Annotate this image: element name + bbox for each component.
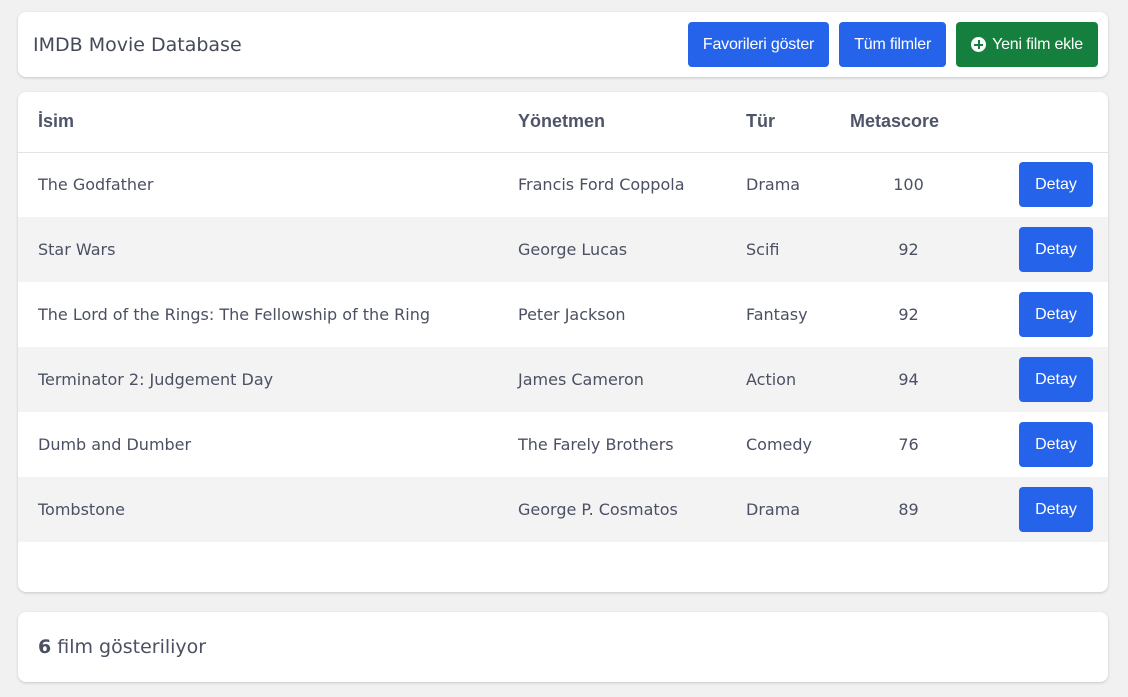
- add-movie-label: Yeni film ekle: [992, 35, 1083, 53]
- plus-circle-icon: [971, 37, 987, 52]
- movie-metascore: 89: [898, 500, 919, 519]
- movie-genre: Comedy: [746, 435, 813, 454]
- movie-director: George P. Cosmatos: [518, 500, 678, 519]
- detail-button[interactable]: Detay: [1019, 292, 1093, 337]
- movie-count: 6: [38, 636, 52, 658]
- table-row: Tombstone George P. Cosmatos Drama 89 De…: [18, 477, 1108, 542]
- column-header-name: İsim: [38, 111, 75, 132]
- movie-metascore: 76: [898, 435, 919, 454]
- movies-table-card: İsim Yönetmen Tür Metascore The Godfathe…: [18, 92, 1108, 592]
- table-row: Dumb and Dumber The Farely Brothers Come…: [18, 412, 1108, 477]
- movie-genre: Scifi: [746, 240, 780, 259]
- status-footer: 6 film gösteriliyor: [18, 612, 1108, 682]
- movie-director: Peter Jackson: [518, 305, 626, 324]
- movie-metascore: 100: [893, 175, 924, 195]
- movie-genre: Action: [746, 370, 797, 389]
- detail-button[interactable]: Detay: [1019, 487, 1093, 532]
- detail-button[interactable]: Detay: [1019, 227, 1093, 272]
- movie-director: Francis Ford Coppola: [518, 175, 685, 195]
- movie-name: The Godfather: [38, 175, 154, 195]
- column-header-metascore: Metascore: [850, 111, 940, 132]
- show-favorites-button[interactable]: Favorileri göster: [687, 22, 830, 67]
- movie-name: Star Wars: [38, 240, 116, 259]
- top-bar: IMDB Movie Database Favorileri göster Tü…: [18, 12, 1108, 77]
- movie-name: The Lord of the Rings: The Fellowship of…: [38, 305, 430, 324]
- all-movies-button[interactable]: Tüm filmler: [839, 22, 947, 67]
- detail-button[interactable]: Detay: [1019, 357, 1093, 402]
- table-row: The Lord of the Rings: The Fellowship of…: [18, 282, 1108, 347]
- movie-director: George Lucas: [518, 240, 628, 259]
- movie-director: James Cameron: [518, 370, 644, 389]
- movie-genre: Fantasy: [746, 305, 808, 324]
- movie-count-label: film gösteriliyor: [57, 636, 207, 658]
- app-title: IMDB Movie Database: [33, 33, 242, 56]
- movie-name: Dumb and Dumber: [38, 435, 192, 454]
- movie-name: Terminator 2: Judgement Day: [38, 370, 274, 389]
- column-header-genre: Tür: [746, 111, 775, 132]
- movie-genre: Drama: [746, 500, 801, 519]
- table-row: Star Wars George Lucas Scifi 92 Detay: [18, 217, 1108, 282]
- column-header-director: Yönetmen: [518, 111, 606, 132]
- movies-table: İsim Yönetmen Tür Metascore The Godfathe…: [18, 92, 1108, 542]
- table-header-row: İsim Yönetmen Tür Metascore: [18, 92, 1108, 152]
- header-actions: Favorileri göster Tüm filmler Yeni film …: [687, 22, 1098, 67]
- detail-button[interactable]: Detay: [1019, 422, 1093, 467]
- movie-metascore: 92: [898, 305, 919, 324]
- movie-metascore: 92: [898, 240, 919, 259]
- movie-metascore: 94: [898, 370, 919, 389]
- movie-name: Tombstone: [38, 500, 125, 519]
- table-row: The Godfather Francis Ford Coppola Drama…: [18, 152, 1108, 217]
- movie-genre: Drama: [746, 175, 801, 195]
- movie-director: The Farely Brothers: [518, 435, 674, 454]
- add-movie-button[interactable]: Yeni film ekle: [956, 22, 1098, 67]
- column-header-actions: [981, 92, 1108, 152]
- detail-button[interactable]: Detay: [1019, 162, 1093, 208]
- table-row: Terminator 2: Judgement Day James Camero…: [18, 347, 1108, 412]
